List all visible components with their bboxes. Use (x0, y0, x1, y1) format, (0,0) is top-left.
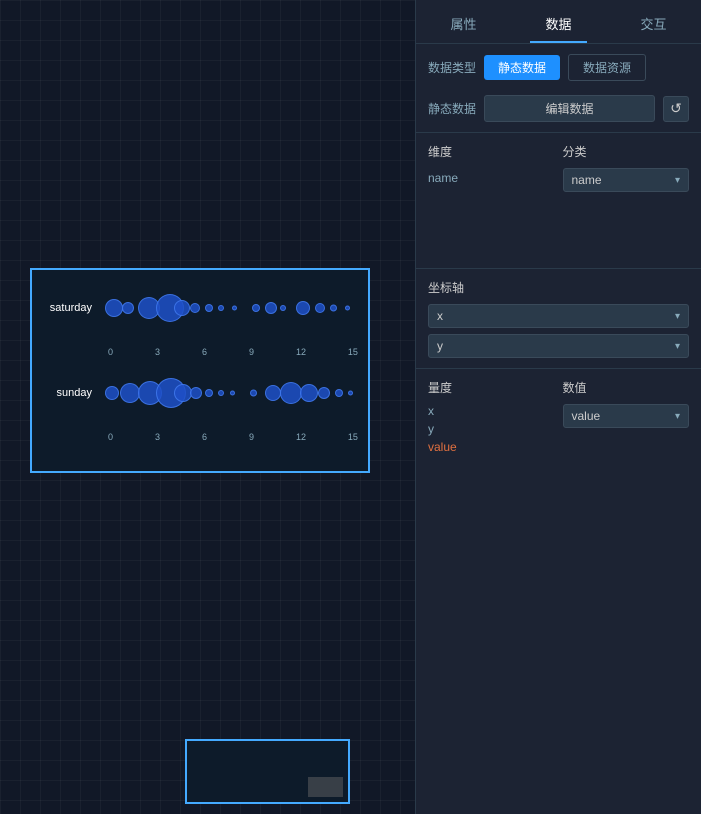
data-type-row: 数据类型 静态数据 数据资源 (416, 44, 701, 91)
bubble (280, 305, 286, 311)
bubble (252, 304, 260, 312)
minimap (185, 739, 350, 804)
chart-row-saturday: saturday (42, 280, 358, 335)
bubbles-saturday (100, 280, 358, 335)
value-select[interactable]: value ▾ (563, 404, 690, 428)
panel-scroll-area[interactable]: 数据类型 静态数据 数据资源 静态数据 编辑数据 ↺ 维度 name 分类 na… (416, 44, 701, 814)
category-dropdown-area (563, 192, 690, 262)
static-data-label: 静态数据 (428, 100, 476, 117)
category-chevron-icon: ▾ (675, 175, 680, 186)
measure-item-value: value (428, 438, 555, 456)
tab-interaction[interactable]: 交互 (606, 4, 701, 43)
bubble (296, 301, 310, 315)
tab-data[interactable]: 数据 (511, 4, 606, 43)
chart-row-sunday: sunday (42, 365, 358, 420)
right-panel: 属性 数据 交互 数据类型 静态数据 数据资源 静态数据 编辑数据 ↺ 维度 n… (415, 0, 701, 814)
bubble (330, 304, 337, 311)
axis-section: 坐标轴 x ▾ y ▾ (416, 269, 701, 368)
top-tabs: 属性 数据 交互 (416, 0, 701, 44)
bubble (122, 302, 134, 314)
bubble (190, 303, 200, 313)
value-section: 数值 value ▾ (563, 379, 690, 456)
dimension-item-name: name (428, 168, 555, 188)
bubble (205, 389, 213, 397)
measure-value-section: 量度 x y value 数值 value ▾ (416, 369, 701, 462)
measure-title: 量度 (428, 379, 555, 396)
axis-sunday: 0 3 6 9 12 15 (108, 430, 358, 442)
bubble (174, 300, 190, 316)
value-chevron-icon: ▾ (675, 411, 680, 422)
dimension-title: 维度 (428, 143, 555, 160)
bubble (250, 389, 257, 396)
value-title: 数值 (563, 379, 690, 396)
bubble (265, 385, 281, 401)
measure-item-x: x (428, 402, 555, 420)
category-section: 分类 name ▾ (563, 143, 690, 262)
datasource-button[interactable]: 数据资源 (568, 54, 646, 81)
category-select[interactable]: name ▾ (563, 168, 690, 192)
bubble (232, 305, 237, 310)
category-title: 分类 (563, 143, 690, 160)
value-select-value: value (572, 409, 601, 423)
y-axis-value: y (437, 339, 443, 353)
x-axis-value: x (437, 309, 443, 323)
bubble (230, 390, 235, 395)
edit-data-button[interactable]: 编辑数据 (484, 95, 655, 122)
bubble (315, 303, 325, 313)
bubbles-sunday (100, 365, 358, 420)
bubble (265, 302, 277, 314)
canvas-area: saturday 0 3 6 9 12 15 sunday 0 3 6 9 12… (0, 0, 415, 814)
static-data-row: 静态数据 编辑数据 ↺ (416, 91, 701, 132)
bubble (348, 390, 353, 395)
bubble (120, 383, 140, 403)
x-axis-select[interactable]: x ▾ (428, 304, 689, 328)
chart-label-sunday: sunday (42, 387, 100, 399)
y-axis-select[interactable]: y ▾ (428, 334, 689, 358)
bubble (105, 299, 123, 317)
bubble (318, 387, 330, 399)
category-select-value: name (572, 173, 602, 187)
dimension-category-section: 维度 name 分类 name ▾ (416, 133, 701, 268)
bubble (280, 382, 302, 404)
dimension-section: 维度 name (428, 143, 555, 262)
bubble (218, 390, 224, 396)
chart-container: saturday 0 3 6 9 12 15 sunday 0 3 6 9 12… (30, 268, 370, 473)
refresh-button[interactable]: ↺ (663, 96, 689, 122)
bubble (105, 386, 119, 400)
measure-item-y: y (428, 420, 555, 438)
minimap-viewport (308, 777, 343, 797)
bubble (205, 304, 213, 312)
bubble (218, 305, 224, 311)
axis-saturday: 0 3 6 9 12 15 (108, 345, 358, 357)
bubble (300, 384, 318, 402)
bubble (335, 389, 343, 397)
y-axis-chevron-icon: ▾ (675, 341, 680, 352)
axis-title: 坐标轴 (428, 279, 689, 296)
bubble (345, 305, 350, 310)
chart-label-saturday: saturday (42, 302, 100, 314)
x-axis-chevron-icon: ▾ (675, 311, 680, 322)
static-data-button[interactable]: 静态数据 (484, 55, 560, 80)
data-type-label: 数据类型 (428, 59, 476, 76)
measure-section: 量度 x y value (428, 379, 555, 456)
bubble (190, 387, 202, 399)
tab-properties[interactable]: 属性 (416, 4, 511, 43)
